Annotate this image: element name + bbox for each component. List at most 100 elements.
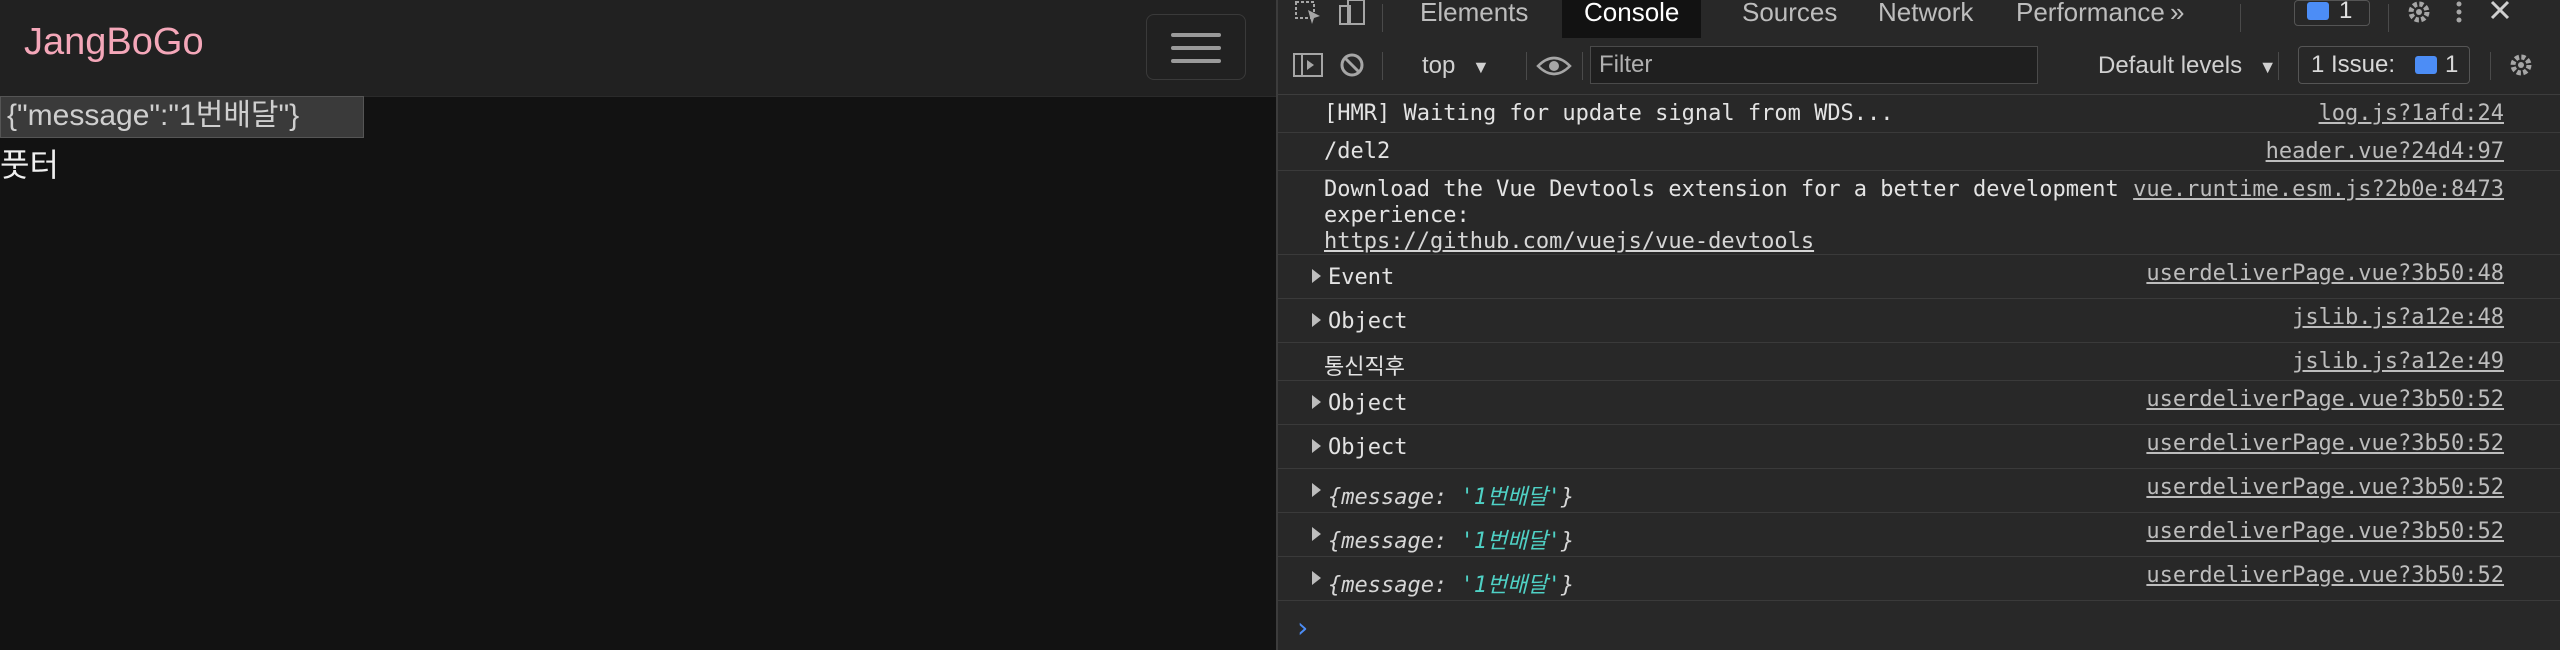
source-link[interactable]: userdeliverPage.vue?3b50:52 xyxy=(2146,563,2504,588)
kebab-menu-icon[interactable] xyxy=(2444,0,2474,30)
expand-triangle-icon[interactable] xyxy=(1312,571,1321,585)
app-viewport: JangBoGo {"message":"1번배달"} 풋터 xyxy=(0,0,1276,650)
clear-console-icon[interactable] xyxy=(1336,52,1368,82)
console-row: /del2 header.vue?24d4:97 xyxy=(1278,133,2560,171)
console-row[interactable]: {message: '1번배달'} userdeliverPage.vue?3b… xyxy=(1278,557,2560,601)
console-object[interactable]: Object xyxy=(1328,435,1407,460)
more-tabs-icon[interactable]: » xyxy=(2148,0,2206,38)
object-close: } xyxy=(1560,529,1575,554)
devtools-tab-bar: Elements Console Sources Network Perform… xyxy=(1278,0,2560,39)
console-row: Download the Vue Devtools extension for … xyxy=(1278,171,2560,255)
caret-down-icon: ▼ xyxy=(2258,57,2277,77)
expand-triangle-icon[interactable] xyxy=(1312,527,1321,541)
console-message: /del2 xyxy=(1324,139,1391,164)
console-object[interactable]: Event xyxy=(1328,265,1394,290)
object-key: {message: xyxy=(1328,573,1461,598)
brand-title[interactable]: JangBoGo xyxy=(24,18,204,66)
hamburger-line xyxy=(1171,33,1221,37)
separator xyxy=(1382,52,1383,80)
object-close: } xyxy=(1560,485,1575,510)
separator xyxy=(2240,4,2241,32)
source-link[interactable]: log.js?1afd:24 xyxy=(2319,101,2504,126)
expand-triangle-icon[interactable] xyxy=(1312,439,1321,453)
object-key: {message: xyxy=(1328,529,1461,554)
object-close: } xyxy=(1560,573,1575,598)
console-object-preview[interactable]: {message: '1번배달'} xyxy=(1328,479,1574,511)
live-expression-eye-icon[interactable] xyxy=(1536,54,1572,84)
separator xyxy=(2278,52,2279,80)
issues-label: 1 Issue: xyxy=(2311,51,2396,78)
issues-count: 1 xyxy=(2445,51,2459,78)
close-icon[interactable] xyxy=(2486,0,2516,30)
console-row: [HMR] Waiting for update signal from WDS… xyxy=(1278,95,2560,133)
source-link[interactable]: jslib.js?a12e:48 xyxy=(2292,305,2504,330)
expand-triangle-icon[interactable] xyxy=(1312,395,1321,409)
device-toolbar-icon[interactable] xyxy=(1336,0,1366,30)
object-value: '1번배달' xyxy=(1460,485,1561,510)
console-object-preview[interactable]: {message: '1번배달'} xyxy=(1328,523,1574,555)
object-value: '1번배달' xyxy=(1460,573,1561,598)
source-link[interactable]: userdeliverPage.vue?3b50:52 xyxy=(2146,431,2504,456)
tab-network[interactable]: Network xyxy=(1856,0,1995,38)
source-link[interactable]: jslib.js?a12e:49 xyxy=(2292,349,2504,374)
app-header: JangBoGo xyxy=(0,0,1276,97)
separator xyxy=(1526,52,1527,80)
context-label: top xyxy=(1422,52,1456,79)
console-filter-input[interactable] xyxy=(1590,46,2038,84)
console-row[interactable]: Object userdeliverPage.vue?3b50:52 xyxy=(1278,381,2560,425)
tab-elements[interactable]: Elements xyxy=(1398,0,1550,38)
console-message: experience: xyxy=(1324,203,1470,228)
messages-count: 1 xyxy=(2339,0,2353,24)
source-link[interactable]: header.vue?24d4:97 xyxy=(2266,139,2504,164)
tab-sources[interactable]: Sources xyxy=(1720,0,1859,38)
console-row[interactable]: Object userdeliverPage.vue?3b50:52 xyxy=(1278,425,2560,469)
source-link[interactable]: userdeliverPage.vue?3b50:48 xyxy=(2146,261,2504,286)
message-icon xyxy=(2307,2,2329,20)
console-row[interactable]: Event userdeliverPage.vue?3b50:48 xyxy=(1278,255,2560,299)
console-row: 통신직후 jslib.js?a12e:49 xyxy=(1278,343,2560,381)
messages-badge[interactable]: 1 xyxy=(2294,0,2370,26)
console-row[interactable]: Object jslib.js?a12e:48 xyxy=(1278,299,2560,343)
console-output: [HMR] Waiting for update signal from WDS… xyxy=(1278,95,2560,601)
issue-icon xyxy=(2415,56,2437,74)
log-levels-label: Default levels xyxy=(2098,52,2243,79)
tab-console[interactable]: Console xyxy=(1562,0,1702,38)
separator xyxy=(2388,4,2389,32)
devtools-panel: Elements Console Sources Network Perform… xyxy=(1278,0,2560,650)
separator xyxy=(1382,4,1383,32)
vue-devtools-link[interactable]: https://github.com/vuejs/vue-devtools xyxy=(1324,229,1814,254)
expand-triangle-icon[interactable] xyxy=(1312,483,1321,497)
console-settings-gear-icon[interactable] xyxy=(2506,52,2536,82)
expand-triangle-icon[interactable] xyxy=(1312,313,1321,327)
hamburger-line xyxy=(1171,46,1221,50)
inspect-element-icon[interactable] xyxy=(1294,0,1324,30)
sidebar-toggle-icon[interactable] xyxy=(1292,52,1324,82)
separator xyxy=(1582,52,1583,80)
log-levels-dropdown[interactable]: Default levels ▼ xyxy=(2098,38,2277,95)
hamburger-line xyxy=(1171,59,1221,63)
console-message: 통신직후 xyxy=(1324,355,1405,380)
console-row[interactable]: {message: '1번배달'} userdeliverPage.vue?3b… xyxy=(1278,469,2560,513)
object-key: {message: xyxy=(1328,485,1461,510)
source-link[interactable]: userdeliverPage.vue?3b50:52 xyxy=(2146,475,2504,500)
console-row[interactable]: {message: '1번배달'} userdeliverPage.vue?3b… xyxy=(1278,513,2560,557)
console-prompt-chevron-icon[interactable]: › xyxy=(1294,611,1311,644)
separator xyxy=(2490,52,2491,80)
console-message: [HMR] Waiting for update signal from WDS… xyxy=(1324,101,1894,126)
console-object-preview[interactable]: {message: '1번배달'} xyxy=(1328,567,1574,599)
source-link[interactable]: userdeliverPage.vue?3b50:52 xyxy=(2146,387,2504,412)
console-object[interactable]: Object xyxy=(1328,391,1407,416)
issues-button[interactable]: 1 Issue: 1 xyxy=(2298,46,2470,84)
console-toolbar: top ▼ Default levels ▼ 1 Issue: 1 xyxy=(1278,38,2560,95)
source-link[interactable]: userdeliverPage.vue?3b50:52 xyxy=(2146,519,2504,544)
console-object[interactable]: Object xyxy=(1328,309,1407,334)
source-link[interactable]: vue.runtime.esm.js?2b0e:8473 xyxy=(2133,177,2504,202)
expand-triangle-icon[interactable] xyxy=(1312,269,1321,283)
caret-down-icon: ▼ xyxy=(1472,57,1490,77)
footer-text: 풋터 xyxy=(0,147,59,183)
settings-gear-icon[interactable] xyxy=(2404,0,2434,30)
console-message: Download the Vue Devtools extension for … xyxy=(1324,177,2119,202)
message-display-box: {"message":"1번배달"} xyxy=(0,96,364,138)
context-selector[interactable]: top ▼ xyxy=(1422,38,1490,95)
hamburger-menu-button[interactable] xyxy=(1146,14,1246,80)
